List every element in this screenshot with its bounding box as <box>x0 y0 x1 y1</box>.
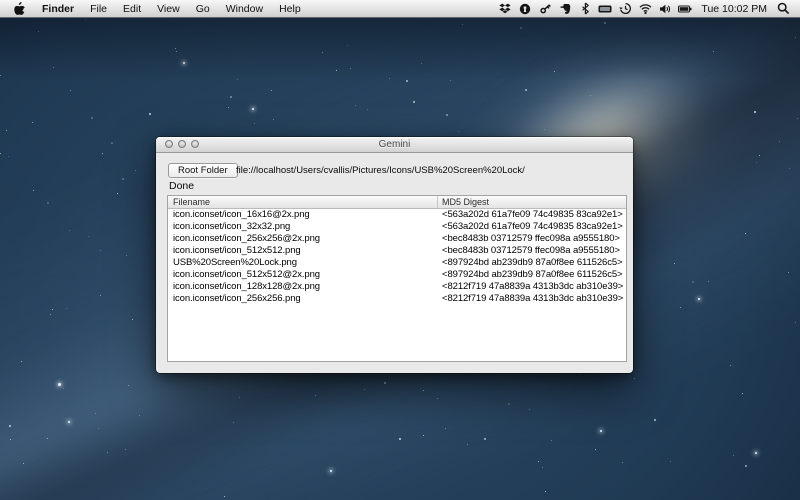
table-row[interactable]: icon.iconset/icon_32x32.png <563a202d 61… <box>168 221 626 233</box>
table-row[interactable]: icon.iconset/icon_16x16@2x.png <563a202d… <box>168 209 626 221</box>
md5-cell: <897924bd ab239db9 87a0f8ee 611526c5> <box>437 257 626 269</box>
folder-path-text: file://localhost/Users/cvallis/Pictures/… <box>236 165 525 176</box>
time-machine-icon[interactable] <box>618 0 632 17</box>
md5-cell: <563a202d 61a7fe09 74c49835 83ca92e1> <box>437 221 626 233</box>
md5-cell: <8212f719 47a8839a 4313b3dc ab310e39> <box>437 293 626 305</box>
table-row[interactable]: icon.iconset/icon_256x256.png <8212f719 … <box>168 293 626 305</box>
md5-results-table: Filename MD5 Digest icon.iconset/icon_16… <box>167 195 627 362</box>
gemini-window: Gemini Root Folder file://localhost/User… <box>156 137 633 373</box>
table-row[interactable]: USB%20Screen%20Lock.png <897924bd ab239d… <box>168 257 626 269</box>
key-icon[interactable] <box>538 0 552 17</box>
table-header: Filename MD5 Digest <box>168 196 626 209</box>
column-header-md5[interactable]: MD5 Digest <box>437 196 626 208</box>
status-text: Done <box>169 180 194 192</box>
table-row[interactable]: icon.iconset/icon_512x512.png <bec8483b … <box>168 245 626 257</box>
spotlight-search-icon[interactable] <box>776 0 790 17</box>
md5-cell: <563a202d 61a7fe09 74c49835 83ca92e1> <box>437 209 626 221</box>
column-header-filename[interactable]: Filename <box>168 196 437 208</box>
apple-logo-icon <box>12 0 26 17</box>
menu-item-view[interactable]: View <box>149 0 188 17</box>
menu-item-window[interactable]: Window <box>218 0 271 17</box>
dropbox-icon[interactable] <box>498 0 512 17</box>
display-icon[interactable] <box>598 0 612 17</box>
table-row[interactable]: icon.iconset/icon_256x256@2x.png <bec848… <box>168 233 626 245</box>
menu-bar-clock[interactable]: Tue 10:02 PM <box>698 3 770 15</box>
window-title: Gemini <box>156 137 633 152</box>
bluetooth-icon[interactable] <box>578 0 592 17</box>
filename-cell: icon.iconset/icon_32x32.png <box>168 221 437 233</box>
menu-bar-status-area: Tue 10:02 PM <box>498 0 800 17</box>
filename-cell: icon.iconset/icon_512x512.png <box>168 245 437 257</box>
table-row[interactable]: icon.iconset/icon_512x512@2x.png <897924… <box>168 269 626 281</box>
menu-item-finder[interactable]: Finder <box>34 0 82 17</box>
filename-cell: icon.iconset/icon_512x512@2x.png <box>168 269 437 281</box>
menu-bar: Finder File Edit View Go Window Help <box>0 0 800 18</box>
wifi-icon[interactable] <box>638 0 652 17</box>
md5-cell: <bec8483b 03712579 ffec098a a9555180> <box>437 245 626 257</box>
menu-item-edit[interactable]: Edit <box>115 0 149 17</box>
md5-cell: <8212f719 47a8839a 4313b3dc ab310e39> <box>437 281 626 293</box>
root-folder-button[interactable]: Root Folder <box>168 163 238 178</box>
apple-menu[interactable] <box>10 0 34 17</box>
md5-cell: <897924bd ab239db9 87a0f8ee 611526c5> <box>437 269 626 281</box>
table-row[interactable]: icon.iconset/icon_128x128@2x.png <8212f7… <box>168 281 626 293</box>
window-titlebar[interactable]: Gemini <box>156 137 633 153</box>
battery-icon[interactable] <box>678 0 692 17</box>
filename-cell: USB%20Screen%20Lock.png <box>168 257 437 269</box>
menu-item-go[interactable]: Go <box>188 0 218 17</box>
md5-cell: <bec8483b 03712579 ffec098a a9555180> <box>437 233 626 245</box>
desktop: Finder File Edit View Go Window Help <box>0 0 800 500</box>
filename-cell: icon.iconset/icon_256x256.png <box>168 293 437 305</box>
volume-icon[interactable] <box>658 0 672 17</box>
filename-cell: icon.iconset/icon_16x16@2x.png <box>168 209 437 221</box>
filename-cell: icon.iconset/icon_128x128@2x.png <box>168 281 437 293</box>
keyhole-circle-icon[interactable] <box>518 0 532 17</box>
menu-item-help[interactable]: Help <box>271 0 309 17</box>
filename-cell: icon.iconset/icon_256x256@2x.png <box>168 233 437 245</box>
menu-item-file[interactable]: File <box>82 0 115 17</box>
evernote-icon[interactable] <box>558 0 572 17</box>
